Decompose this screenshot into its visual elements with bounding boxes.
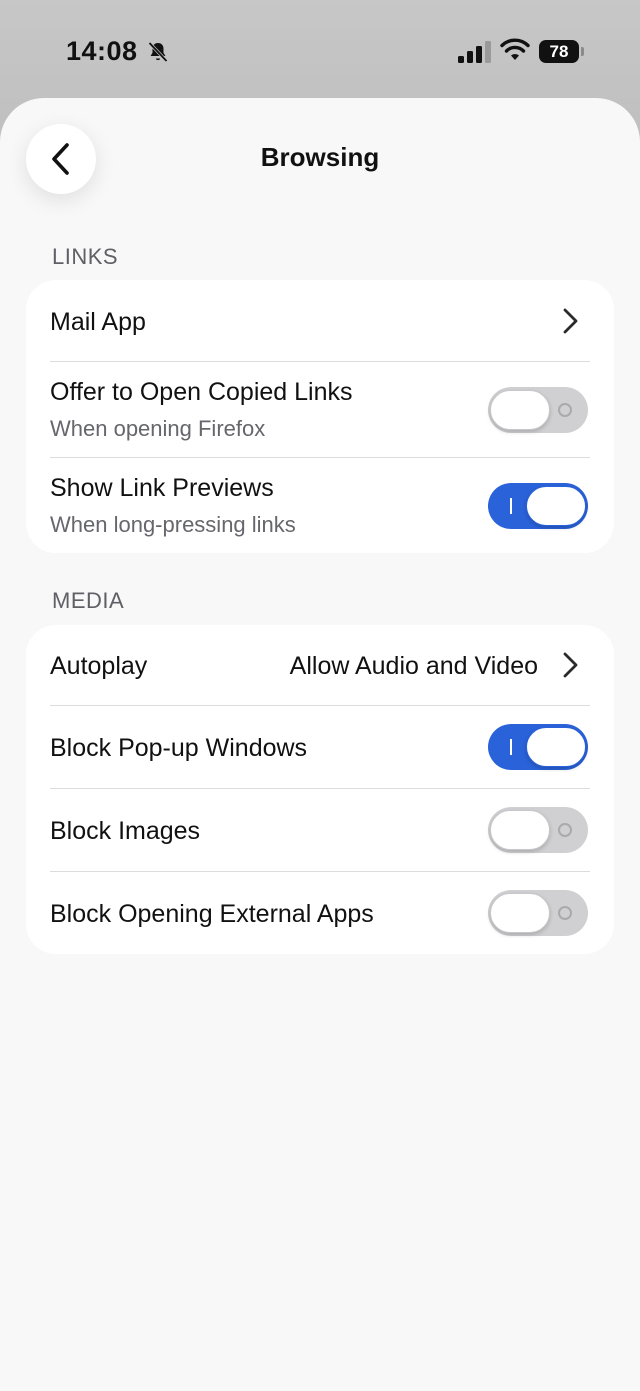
autoplay-value: Allow Audio and Video [289,652,538,680]
settings-sheet: Browsing LINKS Mail App Offer to Open Co… [0,98,640,1391]
media-section-header: MEDIA [52,588,125,613]
block-popups-row: Block Pop-up Windows [50,706,590,789]
mail-app-row[interactable]: Mail App [50,280,590,362]
show-link-previews-toggle[interactable] [488,483,588,529]
offer-copied-links-toggle[interactable] [488,387,588,433]
show-link-previews-subtitle: When long-pressing links [50,512,296,537]
silent-bell-icon [148,41,168,63]
chevron-right-icon [563,652,578,678]
block-images-row: Block Images [50,789,590,872]
block-external-apps-label: Block Opening External Apps [50,900,374,928]
links-section-header: LINKS [52,244,119,269]
status-bar: 14:08 78 [0,0,640,100]
show-link-previews-row: Show Link Previews When long-pressing li… [50,458,590,553]
offer-copied-links-row: Offer to Open Copied Links When opening … [50,362,590,458]
block-images-toggle[interactable] [488,807,588,853]
cellular-signal-icon [458,41,491,63]
links-card: Mail App Offer to Open Copied Links When… [26,280,614,553]
autoplay-row[interactable]: Autoplay Allow Audio and Video [50,625,590,706]
status-time: 14:08 [66,36,138,66]
media-card: Autoplay Allow Audio and Video Block Pop… [26,625,614,954]
block-external-apps-toggle[interactable] [488,890,588,936]
page-title: Browsing [260,142,380,172]
chevron-right-icon [563,308,578,334]
show-link-previews-label: Show Link Previews [50,474,274,502]
block-popups-label: Block Pop-up Windows [50,734,308,762]
autoplay-label: Autoplay [50,652,148,680]
block-images-label: Block Images [50,817,201,845]
block-popups-toggle[interactable] [488,724,588,770]
offer-copied-links-subtitle: When opening Firefox [50,416,266,441]
wifi-icon [500,38,530,60]
block-external-apps-row: Block Opening External Apps [50,872,590,954]
offer-copied-links-label: Offer to Open Copied Links [50,378,353,406]
mail-app-label: Mail App [50,308,146,336]
battery-indicator: 78 [539,40,584,63]
